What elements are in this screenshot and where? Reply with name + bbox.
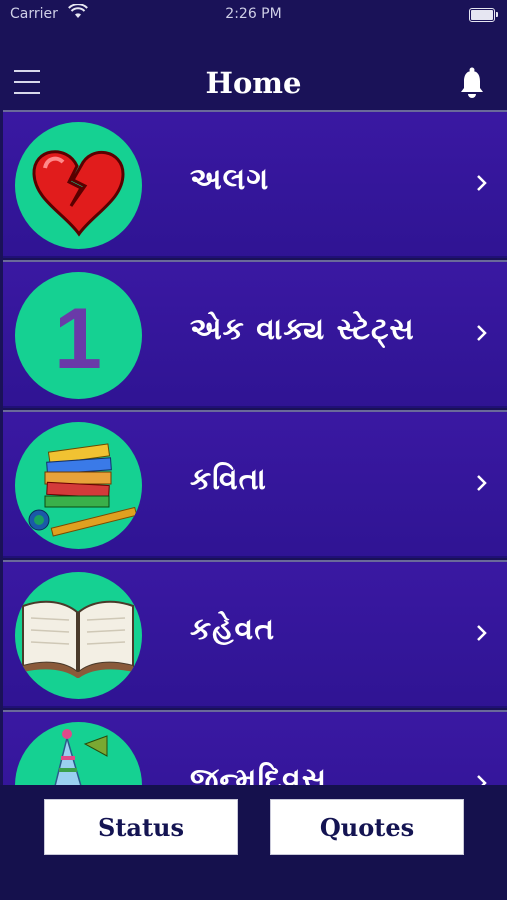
navigation-bar: Home	[0, 30, 507, 110]
category-thumbnail	[15, 122, 142, 249]
list-item-alag[interactable]: અલગ	[3, 110, 507, 258]
category-list: અલગ 1 એક વાક્ય સ્ટેટ્સ કવિતા કહેવત જન્મદ…	[3, 110, 507, 785]
svg-text:1: 1	[54, 291, 102, 387]
category-label: કહેવત	[190, 612, 276, 647]
list-item-ek-vakya-status[interactable]: 1 એક વાક્ય સ્ટેટ્સ	[3, 260, 507, 408]
chevron-right-icon	[477, 625, 487, 641]
number-one-icon: 1	[54, 291, 102, 387]
category-thumbnail: 1	[15, 272, 142, 399]
category-thumbnail	[15, 722, 142, 785]
chevron-right-icon	[477, 475, 487, 491]
category-label: એક વાક્ય સ્ટેટ્સ	[190, 312, 415, 347]
bottom-bar: Status Quotes	[0, 785, 507, 900]
category-thumbnail	[15, 422, 142, 549]
chevron-right-icon	[477, 175, 487, 191]
bell-icon[interactable]	[457, 66, 487, 100]
battery-icon	[469, 8, 498, 22]
status-button[interactable]: Status	[44, 799, 238, 855]
quotes-button[interactable]: Quotes	[270, 799, 464, 855]
status-bar: Carrier 2:26 PM	[0, 0, 507, 30]
page-title: Home	[205, 66, 302, 100]
category-label: જન્મદિવસ	[190, 762, 328, 785]
books-flute-icon	[28, 443, 138, 537]
list-item-kahevat[interactable]: કહેવત	[3, 560, 507, 708]
list-item-janmadivas[interactable]: જન્મદિવસ	[3, 710, 507, 785]
birthday-icon	[54, 729, 108, 785]
chevron-right-icon	[477, 775, 487, 785]
clock: 2:26 PM	[225, 6, 282, 22]
open-book-icon	[22, 600, 134, 678]
chevron-right-icon	[477, 325, 487, 341]
category-label: અલગ	[190, 162, 270, 197]
category-thumbnail	[15, 572, 142, 699]
category-label: કવિતા	[190, 462, 267, 497]
broken-heart-icon	[32, 150, 125, 237]
list-item-kavita[interactable]: કવિતા	[3, 410, 507, 558]
